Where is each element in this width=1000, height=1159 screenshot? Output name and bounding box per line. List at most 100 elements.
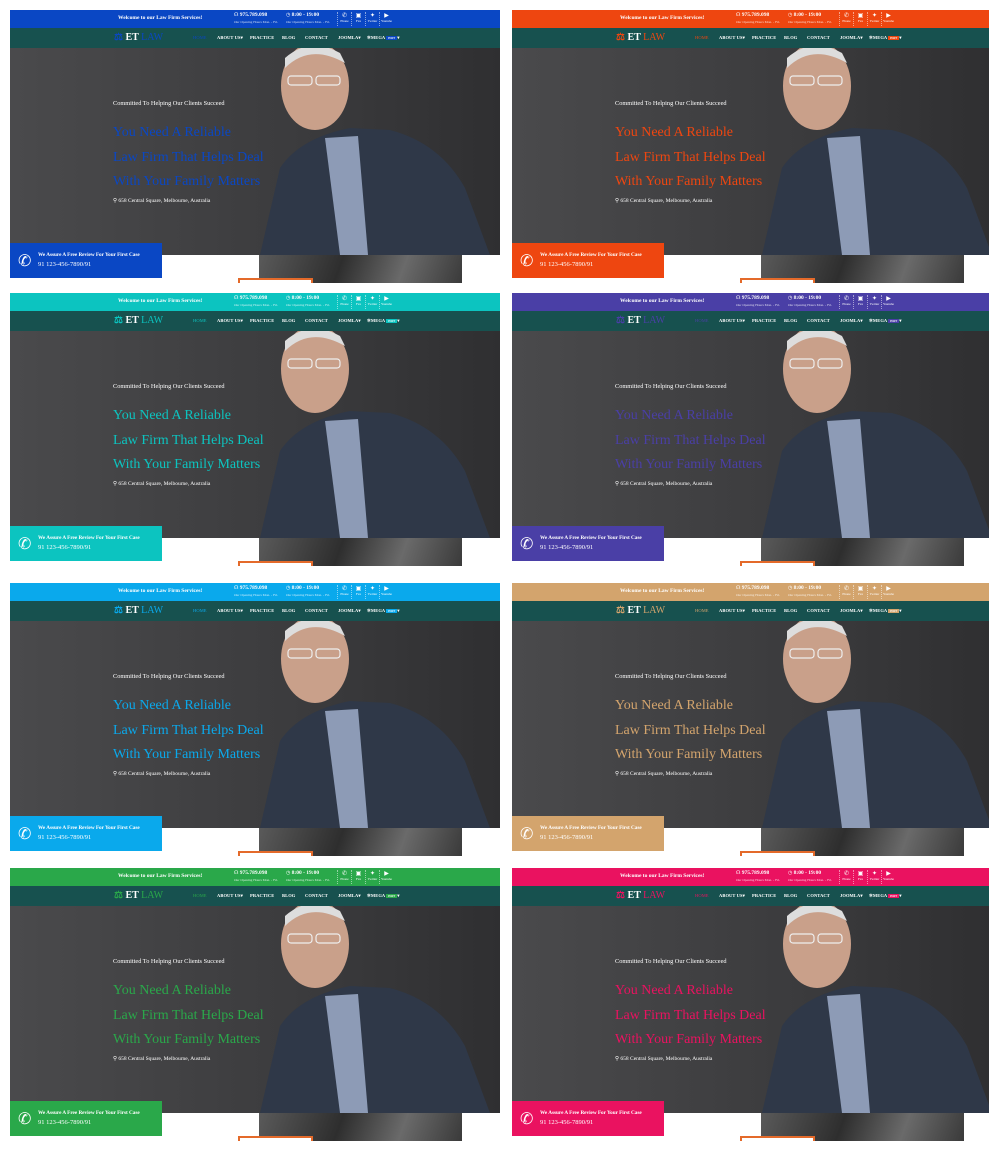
twitter-link[interactable]: ✦ Twitter [365, 585, 379, 599]
nav-joomla[interactable]: JOOMLA▾ [338, 318, 361, 324]
call-box[interactable]: ✆ We Assure A Free Review For Your First… [10, 816, 162, 851]
call-box[interactable]: ✆ We Assure A Free Review For Your First… [10, 526, 162, 561]
twitter-link[interactable]: ✦ Twitter [867, 12, 881, 26]
nav-blog[interactable]: BLOG [282, 318, 295, 323]
nav-home[interactable]: HOME [695, 893, 709, 898]
phone-link[interactable]: ✆ Phone [337, 585, 351, 599]
call-box[interactable]: ✆ We Assure A Free Review For Your First… [512, 816, 664, 851]
fax-link[interactable]: ▣ Fax [853, 870, 867, 884]
fax-link[interactable]: ▣ Fax [351, 870, 365, 884]
phone-link[interactable]: ✆ Phone [839, 295, 853, 309]
youtube-link[interactable]: ▶ Youtube [379, 870, 393, 884]
nav-about[interactable]: ABOUT US▾ [217, 318, 243, 324]
nav-mega[interactable]: ✲MEGA HOT ▾ [367, 318, 400, 324]
nav-joomla[interactable]: JOOMLA▾ [840, 318, 863, 324]
nav-contact[interactable]: CONTACT [807, 35, 830, 40]
twitter-link[interactable]: ✦ Twitter [867, 585, 881, 599]
logo[interactable]: ⚖ ET LAW [616, 890, 665, 901]
nav-blog[interactable]: BLOG [282, 35, 295, 40]
nav-home[interactable]: HOME [193, 318, 207, 323]
nav-home[interactable]: HOME [695, 35, 709, 40]
nav-blog[interactable]: BLOG [784, 608, 797, 613]
nav-mega[interactable]: ✲MEGA HOT ▾ [367, 35, 400, 41]
nav-mega[interactable]: ✲MEGA HOT ▾ [869, 35, 902, 41]
logo[interactable]: ⚖ ET LAW [114, 605, 163, 616]
phone-link[interactable]: ✆ Phone [337, 295, 351, 309]
logo[interactable]: ⚖ ET LAW [616, 605, 665, 616]
youtube-link[interactable]: ▶ Youtube [379, 12, 393, 26]
fax-link[interactable]: ▣ Fax [351, 295, 365, 309]
nav-practice[interactable]: PRACTICE [752, 608, 776, 613]
logo[interactable]: ⚖ ET LAW [616, 32, 665, 43]
twitter-link[interactable]: ✦ Twitter [365, 12, 379, 26]
nav-practice[interactable]: PRACTICE [250, 893, 274, 898]
nav-home[interactable]: HOME [193, 893, 207, 898]
nav-joomla[interactable]: JOOMLA▾ [840, 893, 863, 899]
phone-link[interactable]: ✆ Phone [839, 585, 853, 599]
nav-home[interactable]: HOME [695, 318, 709, 323]
logo[interactable]: ⚖ ET LAW [114, 32, 163, 43]
nav-contact[interactable]: CONTACT [807, 608, 830, 613]
nav-blog[interactable]: BLOG [282, 608, 295, 613]
phone-link[interactable]: ✆ Phone [839, 12, 853, 26]
phone-link[interactable]: ✆ Phone [337, 12, 351, 26]
nav-about[interactable]: ABOUT US▾ [217, 608, 243, 614]
nav-about[interactable]: ABOUT US▾ [719, 318, 745, 324]
fax-link[interactable]: ▣ Fax [351, 12, 365, 26]
youtube-link[interactable]: ▶ Youtube [881, 585, 895, 599]
nav-about[interactable]: ABOUT US▾ [217, 893, 243, 899]
youtube-link[interactable]: ▶ Youtube [379, 585, 393, 599]
call-box[interactable]: ✆ We Assure A Free Review For Your First… [10, 1101, 162, 1136]
nav-practice[interactable]: PRACTICE [752, 318, 776, 323]
phone-link[interactable]: ✆ Phone [337, 870, 351, 884]
phone-link[interactable]: ✆ Phone [839, 870, 853, 884]
youtube-link[interactable]: ▶ Youtube [881, 870, 895, 884]
nav-mega[interactable]: ✲MEGA HOT ▾ [367, 608, 400, 614]
twitter-link[interactable]: ✦ Twitter [867, 295, 881, 309]
youtube-link[interactable]: ▶ Youtube [379, 295, 393, 309]
nav-joomla[interactable]: JOOMLA▾ [338, 35, 361, 41]
nav-practice[interactable]: PRACTICE [250, 318, 274, 323]
nav-home[interactable]: HOME [193, 608, 207, 613]
call-box[interactable]: ✆ We Assure A Free Review For Your First… [10, 243, 162, 278]
twitter-link[interactable]: ✦ Twitter [867, 870, 881, 884]
fax-link[interactable]: ▣ Fax [853, 295, 867, 309]
nav-contact[interactable]: CONTACT [305, 35, 328, 40]
nav-blog[interactable]: BLOG [784, 35, 797, 40]
nav-blog[interactable]: BLOG [784, 318, 797, 323]
fax-link[interactable]: ▣ Fax [853, 585, 867, 599]
nav-practice[interactable]: PRACTICE [250, 608, 274, 613]
fax-link[interactable]: ▣ Fax [853, 12, 867, 26]
nav-about[interactable]: ABOUT US▾ [719, 35, 745, 41]
nav-practice[interactable]: PRACTICE [752, 35, 776, 40]
nav-contact[interactable]: CONTACT [807, 318, 830, 323]
twitter-link[interactable]: ✦ Twitter [365, 870, 379, 884]
fax-link[interactable]: ▣ Fax [351, 585, 365, 599]
nav-about[interactable]: ABOUT US▾ [719, 893, 745, 899]
nav-joomla[interactable]: JOOMLA▾ [840, 608, 863, 614]
nav-mega[interactable]: ✲MEGA HOT ▾ [869, 608, 902, 614]
nav-about[interactable]: ABOUT US▾ [217, 35, 243, 41]
logo[interactable]: ⚖ ET LAW [114, 890, 163, 901]
youtube-link[interactable]: ▶ Youtube [881, 12, 895, 26]
call-box[interactable]: ✆ We Assure A Free Review For Your First… [512, 526, 664, 561]
logo[interactable]: ⚖ ET LAW [114, 315, 163, 326]
youtube-link[interactable]: ▶ Youtube [881, 295, 895, 309]
nav-about[interactable]: ABOUT US▾ [719, 608, 745, 614]
nav-practice[interactable]: PRACTICE [752, 893, 776, 898]
nav-joomla[interactable]: JOOMLA▾ [338, 608, 361, 614]
nav-home[interactable]: HOME [695, 608, 709, 613]
nav-mega[interactable]: ✲MEGA HOT ▾ [869, 893, 902, 899]
call-box[interactable]: ✆ We Assure A Free Review For Your First… [512, 1101, 664, 1136]
nav-contact[interactable]: CONTACT [305, 608, 328, 613]
nav-joomla[interactable]: JOOMLA▾ [338, 893, 361, 899]
nav-contact[interactable]: CONTACT [305, 893, 328, 898]
nav-blog[interactable]: BLOG [282, 893, 295, 898]
call-box[interactable]: ✆ We Assure A Free Review For Your First… [512, 243, 664, 278]
nav-mega[interactable]: ✲MEGA HOT ▾ [367, 893, 400, 899]
nav-blog[interactable]: BLOG [784, 893, 797, 898]
nav-mega[interactable]: ✲MEGA HOT ▾ [869, 318, 902, 324]
nav-contact[interactable]: CONTACT [807, 893, 830, 898]
nav-joomla[interactable]: JOOMLA▾ [840, 35, 863, 41]
nav-home[interactable]: HOME [193, 35, 207, 40]
